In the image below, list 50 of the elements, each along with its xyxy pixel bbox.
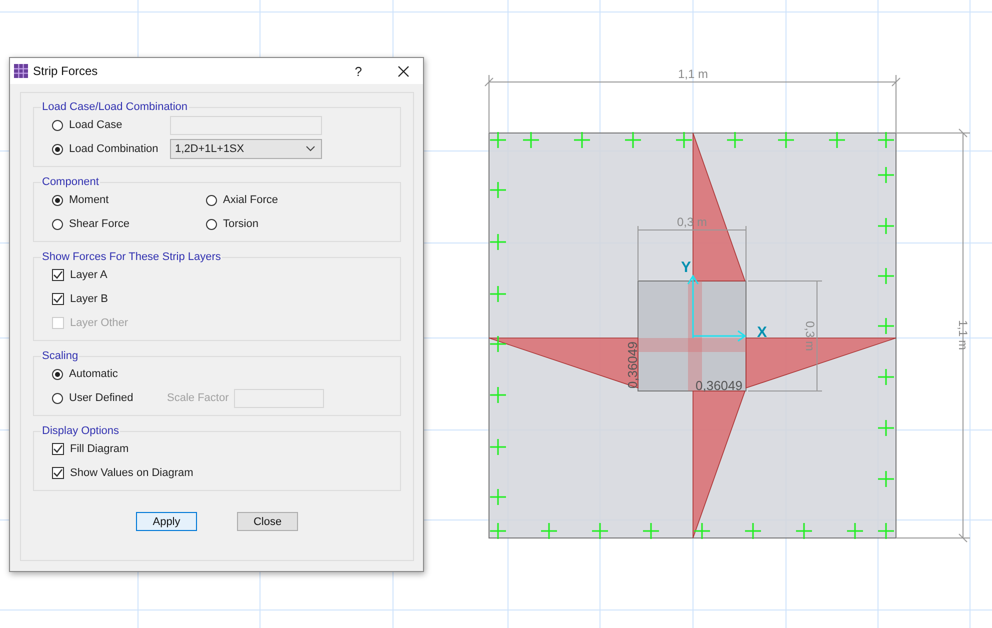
radio-button[interactable]	[206, 194, 217, 206]
checkbox[interactable]	[52, 293, 64, 305]
axis-label: Y	[681, 259, 691, 276]
radio-label: Shear Force	[69, 218, 130, 230]
value-label: 0,36049	[625, 342, 640, 388]
radio-label: Torsion	[223, 218, 258, 230]
group-title: Scaling	[41, 350, 80, 362]
group-title: Component	[41, 176, 100, 188]
checkbox[interactable]	[52, 467, 64, 479]
checkbox-label: Layer B	[70, 293, 108, 305]
dimension-label: 1,1 m	[956, 320, 970, 350]
value-label: 0,36049	[696, 378, 742, 393]
close-button[interactable]: Close	[237, 512, 298, 531]
radio-button[interactable]	[206, 218, 217, 230]
radio-label: User Defined	[69, 392, 134, 404]
axis-label: X	[757, 324, 767, 341]
checkbox-label: Show Values on Diagram	[70, 467, 194, 479]
radio-button[interactable]	[52, 368, 63, 380]
radio-label: Axial Force	[223, 194, 278, 206]
radio-button[interactable]	[52, 218, 63, 230]
dimension-label: 0,3 m	[803, 321, 817, 351]
checkbox-label: Layer Other	[70, 317, 128, 329]
checkbox-label: Layer A	[70, 269, 108, 281]
checkbox[interactable]	[52, 269, 64, 281]
y-axis-arrow	[687, 274, 699, 338]
group-title: Show Forces For These Strip Layers	[41, 251, 222, 263]
group-title: Display Options	[41, 425, 120, 437]
x-axis-arrow	[693, 330, 746, 342]
checkbox-label: Fill Diagram	[70, 443, 129, 455]
radio-button[interactable]	[52, 194, 63, 206]
grid-icon	[14, 64, 28, 78]
group-title: Load Case/Load Combination	[41, 101, 189, 113]
radio-button[interactable]	[52, 392, 63, 404]
input-field[interactable]	[234, 388, 324, 408]
input-field[interactable]	[170, 116, 322, 134]
dimension-label: 1,1 m	[678, 67, 708, 81]
close-icon[interactable]	[398, 66, 409, 76]
radio-button[interactable]	[52, 144, 63, 154]
caret-icon	[306, 146, 315, 152]
radio-label: Load Case	[69, 119, 124, 131]
checkbox[interactable]	[52, 443, 64, 455]
radio-button[interactable]	[52, 120, 63, 130]
radio-label: Automatic	[69, 368, 119, 380]
dropdown[interactable]: 1,2D+1L+1SX	[170, 139, 322, 159]
radio-label: Load Combination	[69, 143, 160, 155]
apply-button[interactable]: Apply	[136, 512, 197, 531]
field-label: Scale Factor	[167, 392, 229, 404]
radio-label: Moment	[69, 194, 109, 206]
window-title: Strip Forces	[33, 64, 99, 78]
help-button[interactable]: ?	[354, 64, 362, 78]
